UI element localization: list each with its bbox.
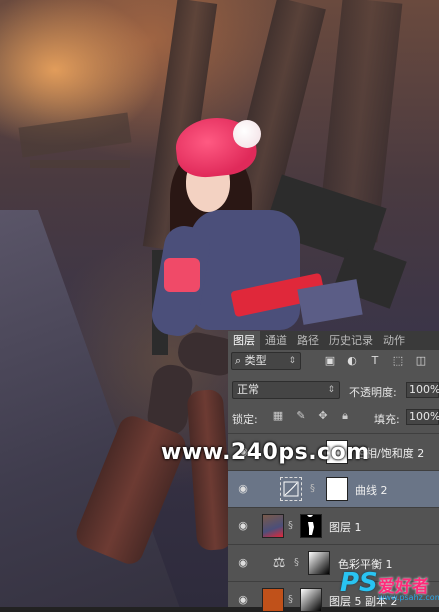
blend-mode-select[interactable]: 正常 ⇕	[232, 381, 340, 399]
eye-icon[interactable]: ◉	[236, 594, 250, 606]
layer-row[interactable]: ◉ § 图层 1	[228, 507, 439, 544]
ps-logo: PS 爱好者 www.psahz.com	[340, 566, 439, 607]
link-icon[interactable]: §	[310, 483, 315, 494]
blend-mode-value: 正常	[237, 383, 259, 396]
opacity-field[interactable]: 100%	[406, 382, 439, 398]
background-bench	[18, 112, 132, 158]
scales-icon[interactable]: ⚖	[268, 551, 290, 575]
lock-all-icon[interactable]: 🔒︎	[339, 410, 351, 422]
link-icon[interactable]: §	[294, 557, 299, 568]
eye-icon[interactable]: ◉	[236, 557, 250, 569]
tab-layers[interactable]: 图层	[228, 331, 260, 350]
chevron-updown-icon: ⇕	[288, 356, 296, 366]
lock-pixels-icon[interactable]: ✎	[295, 410, 307, 422]
filter-kind-select[interactable]: ⌕ 类型 ⇕	[231, 352, 301, 370]
logo-ps-text: PS	[340, 568, 378, 598]
chevron-updown-icon: ⇕	[327, 385, 335, 395]
lock-position-icon[interactable]: ✥	[317, 410, 329, 422]
link-icon[interactable]: §	[288, 594, 293, 605]
site-watermark: www.240ps.com	[161, 440, 370, 465]
link-icon[interactable]: §	[288, 520, 293, 531]
opacity-label: 不透明度:	[349, 386, 397, 399]
eye-icon[interactable]: ◉	[236, 520, 250, 532]
tab-paths[interactable]: 路径	[292, 331, 324, 350]
layer-name: 曲线 2	[355, 484, 388, 497]
adjustment-filter-icon[interactable]: ◐	[346, 355, 358, 367]
panel-tabs: 图层 通道 路径 历史记录 动作	[228, 331, 439, 350]
shape-filter-icon[interactable]: ⬚	[392, 355, 404, 367]
search-icon: ⌕	[235, 354, 245, 367]
tab-actions[interactable]: 动作	[378, 331, 410, 350]
tab-history[interactable]: 历史记录	[324, 331, 378, 350]
layer-name: 图层 1	[329, 521, 362, 534]
fill-label: 填充:	[374, 413, 400, 426]
layer-image-thumbnail[interactable]	[262, 514, 284, 538]
layer-row-selected[interactable]: ◉ § 曲线 2	[228, 470, 439, 507]
beret-pompom	[233, 120, 261, 148]
filter-kind-value: 类型	[244, 354, 267, 367]
lock-label: 锁定:	[232, 413, 258, 426]
type-filter-icon[interactable]: T	[369, 355, 381, 367]
eye-icon[interactable]: ◉	[236, 483, 250, 495]
pixel-filter-icon[interactable]: ▣	[324, 355, 336, 367]
silhouette-icon	[307, 511, 314, 535]
layer-mask-thumbnail[interactable]	[326, 477, 348, 501]
layer-mask-thumbnail[interactable]	[300, 588, 322, 612]
background-bench-seat	[30, 160, 130, 168]
lock-transparent-icon[interactable]: ▦	[272, 410, 284, 422]
curves-graph-icon	[283, 481, 299, 497]
layer-color-thumbnail[interactable]	[262, 588, 284, 612]
layer-mask-thumbnail[interactable]	[300, 511, 322, 538]
curves-adjustment-icon[interactable]	[280, 477, 302, 501]
sleeve-cuff	[164, 258, 200, 292]
logo-url-text: www.psahz.com	[378, 593, 439, 602]
layer-mask-thumbnail[interactable]	[308, 551, 330, 575]
smart-object-filter-icon[interactable]: ◫	[415, 355, 427, 367]
fill-field[interactable]: 100%	[406, 409, 439, 425]
tab-channels[interactable]: 通道	[260, 331, 292, 350]
